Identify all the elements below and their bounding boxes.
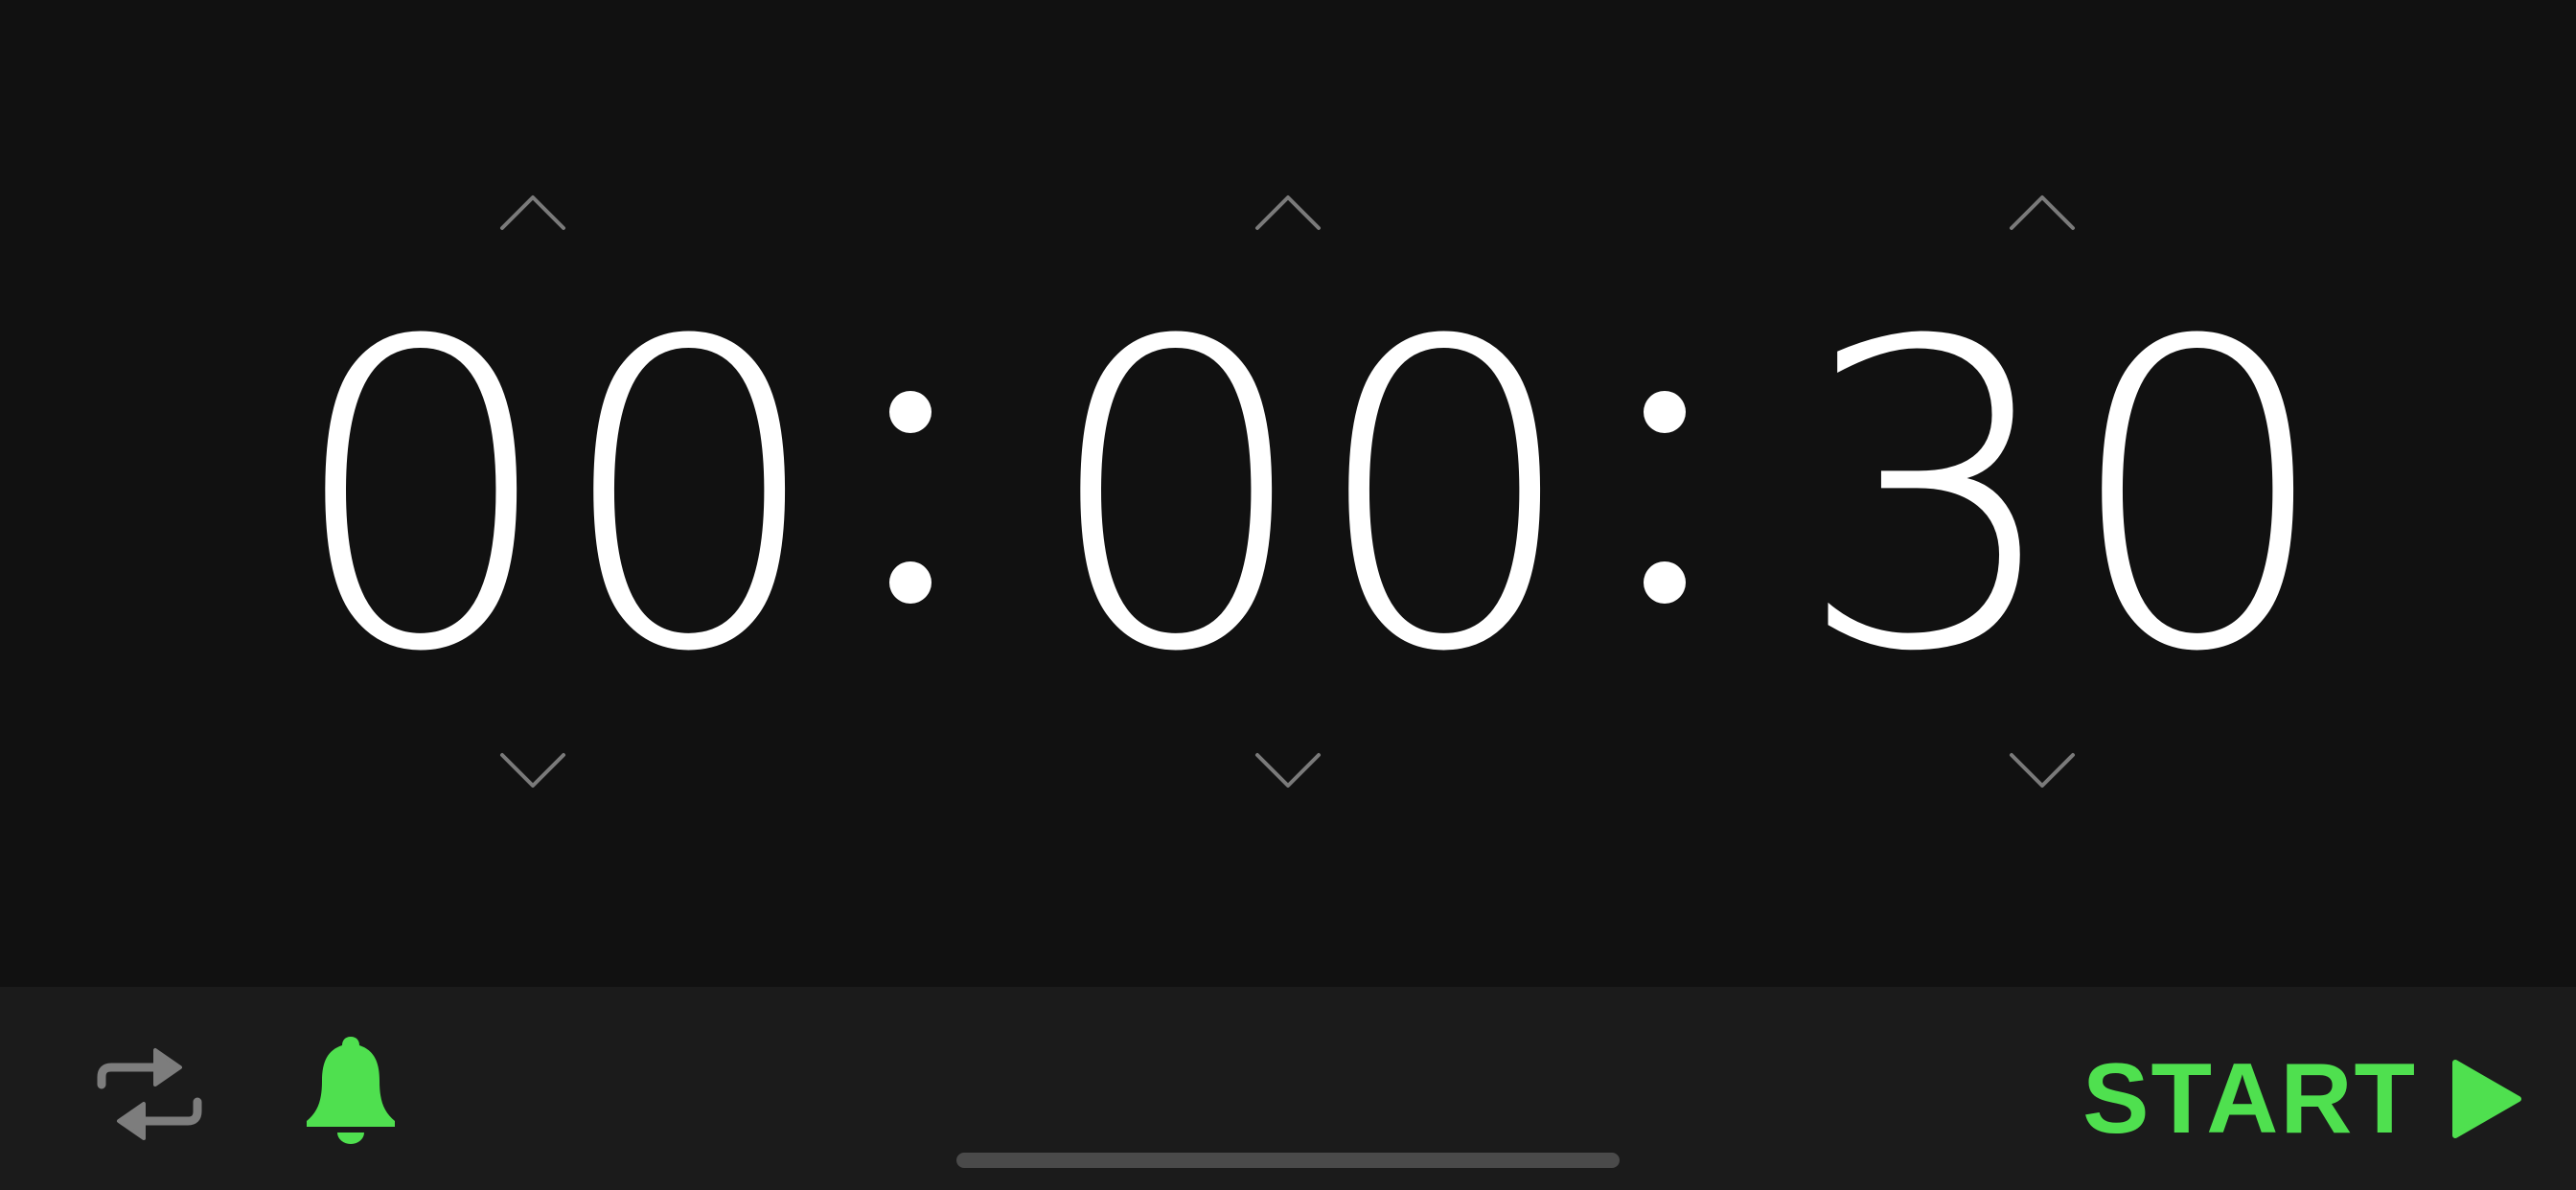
colon-dot [889, 391, 932, 433]
colon-dot [889, 561, 932, 604]
seconds-value[interactable]: 30 [1796, 287, 2333, 709]
chevron-down-icon [2010, 753, 2075, 788]
start-button[interactable]: START [2082, 1046, 2522, 1152]
chevron-down-icon [500, 753, 565, 788]
chevron-down-icon [1255, 753, 1321, 788]
colon-dot [1644, 391, 1686, 433]
bottom-toolbar: START [0, 987, 2576, 1190]
separator-colon [889, 391, 932, 621]
minutes-increment-button[interactable] [1254, 190, 1322, 232]
chevron-up-icon [500, 195, 565, 230]
hours-decrement-button[interactable] [498, 751, 567, 793]
chevron-up-icon [2010, 195, 2075, 230]
timer-display: 00 00 30 [0, 0, 2576, 987]
chevron-up-icon [1255, 195, 1321, 230]
bell-icon [307, 1037, 395, 1144]
play-icon [2452, 1060, 2521, 1138]
home-indicator [956, 1153, 1620, 1168]
hours-value[interactable]: 00 [288, 287, 824, 709]
repeat-button[interactable] [92, 1044, 207, 1150]
seconds-decrement-button[interactable] [2008, 751, 2077, 793]
start-label: START [2082, 1043, 2417, 1155]
seconds-increment-button[interactable] [2008, 190, 2077, 232]
minutes-value[interactable]: 00 [1043, 287, 1579, 709]
separator-colon [1644, 391, 1686, 621]
alarm-sound-button[interactable] [299, 1033, 402, 1144]
hours-increment-button[interactable] [498, 190, 567, 232]
repeat-icon [97, 1048, 202, 1140]
minutes-decrement-button[interactable] [1254, 751, 1322, 793]
colon-dot [1644, 561, 1686, 604]
